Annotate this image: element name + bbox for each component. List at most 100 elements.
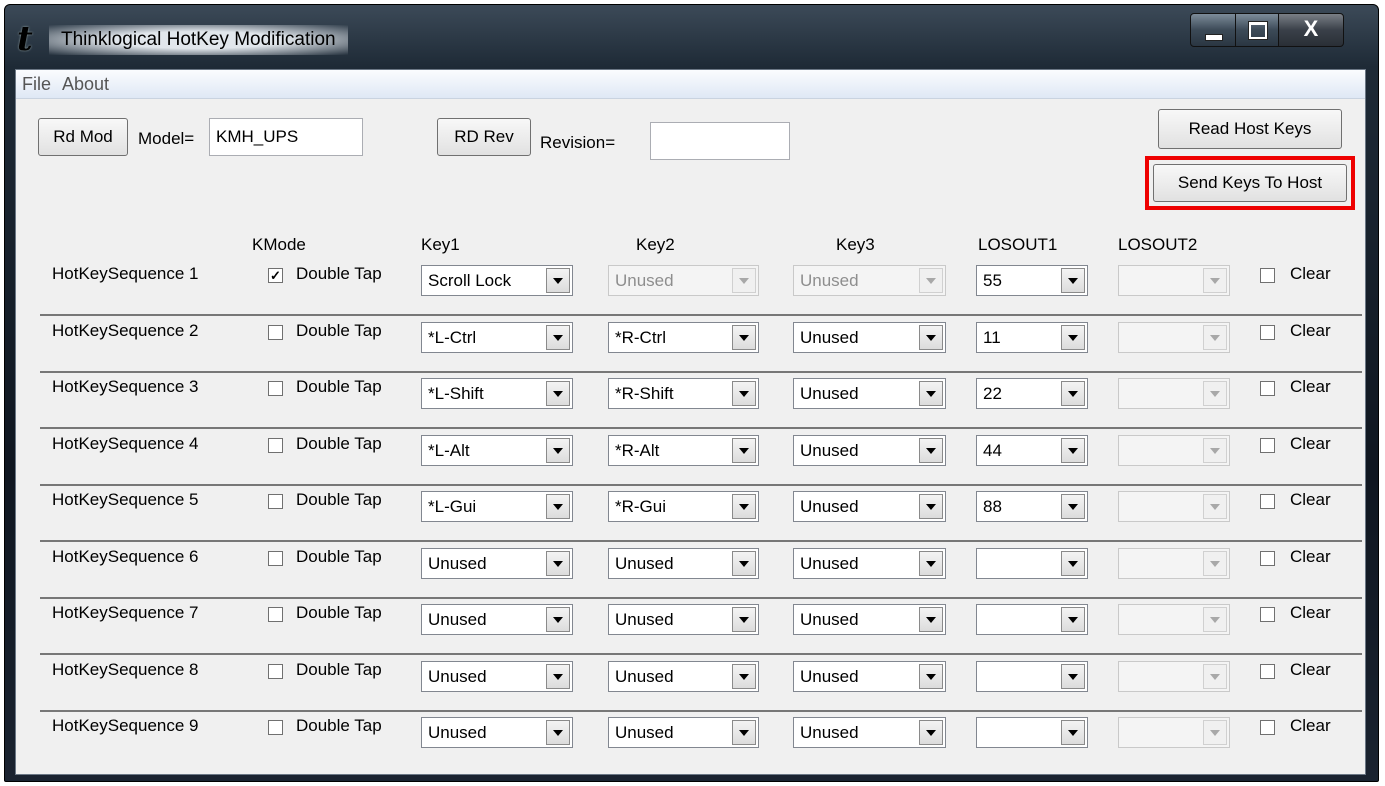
read-host-keys-button[interactable]: Read Host Keys [1158, 109, 1342, 149]
clear-checkbox[interactable] [1260, 720, 1275, 735]
key3-select[interactable]: Unused [793, 265, 946, 296]
losout1-select[interactable] [976, 547, 1088, 579]
key3-select[interactable]: Unused [793, 660, 946, 692]
dropdown-arrow-icon[interactable] [919, 268, 943, 293]
losout1-select[interactable]: 55 [976, 265, 1088, 296]
dropdown-arrow-icon[interactable] [1203, 324, 1227, 350]
dropdown-arrow-icon[interactable] [732, 607, 756, 632]
key2-select[interactable]: Unused [608, 547, 759, 579]
losout1-select[interactable]: 11 [976, 321, 1088, 353]
double-tap-checkbox[interactable] [268, 663, 283, 679]
losout2-select[interactable] [1118, 717, 1230, 748]
dropdown-arrow-icon[interactable] [732, 437, 756, 463]
dropdown-arrow-icon[interactable] [1203, 381, 1227, 406]
revision-field[interactable] [650, 122, 790, 160]
losout1-select[interactable]: 44 [976, 434, 1088, 466]
losout2-select[interactable] [1118, 547, 1230, 579]
menu-about[interactable]: About [62, 74, 109, 95]
rd-mod-button[interactable]: Rd Mod [38, 118, 128, 156]
key1-select[interactable]: Unused [421, 717, 573, 748]
key1-select[interactable]: Unused [421, 604, 573, 635]
key3-select[interactable]: Unused [793, 491, 946, 522]
rd-rev-button[interactable]: RD Rev [437, 118, 531, 156]
dropdown-arrow-icon[interactable] [1203, 268, 1227, 293]
key3-select[interactable]: Unused [793, 378, 946, 409]
losout1-select[interactable] [976, 660, 1088, 692]
dropdown-arrow-icon[interactable] [546, 437, 570, 463]
dropdown-arrow-icon[interactable] [546, 268, 570, 293]
dropdown-arrow-icon[interactable] [919, 381, 943, 406]
send-keys-to-host-button[interactable]: Send Keys To Host [1153, 164, 1347, 202]
dropdown-arrow-icon[interactable] [1061, 437, 1085, 463]
dropdown-arrow-icon[interactable] [1203, 437, 1227, 463]
double-tap-checkbox[interactable] [268, 381, 283, 396]
key1-select[interactable]: *L-Gui [421, 491, 573, 522]
dropdown-arrow-icon[interactable] [1061, 550, 1085, 576]
dropdown-arrow-icon[interactable] [1203, 550, 1227, 576]
clear-checkbox[interactable] [1260, 324, 1275, 340]
dropdown-arrow-icon[interactable] [919, 663, 943, 689]
losout2-select[interactable] [1118, 491, 1230, 522]
dropdown-arrow-icon[interactable] [919, 324, 943, 350]
key3-select[interactable]: Unused [793, 547, 946, 579]
losout2-select[interactable] [1118, 434, 1230, 466]
clear-checkbox[interactable] [1260, 550, 1275, 566]
dropdown-arrow-icon[interactable] [919, 494, 943, 519]
losout2-select[interactable] [1118, 378, 1230, 409]
key1-select[interactable]: Scroll Lock [421, 265, 573, 296]
losout2-select[interactable] [1118, 660, 1230, 692]
dropdown-arrow-icon[interactable] [1061, 268, 1085, 293]
key2-select[interactable]: *R-Shift [608, 378, 759, 409]
dropdown-arrow-icon[interactable] [546, 607, 570, 632]
key2-select[interactable]: Unused [608, 660, 759, 692]
losout2-select[interactable] [1118, 265, 1230, 296]
clear-checkbox[interactable] [1260, 494, 1275, 509]
clear-checkbox[interactable] [1260, 663, 1275, 679]
double-tap-checkbox[interactable]: ✓ [268, 268, 283, 283]
losout2-select[interactable] [1118, 604, 1230, 635]
dropdown-arrow-icon[interactable] [546, 324, 570, 350]
dropdown-arrow-icon[interactable] [546, 550, 570, 576]
double-tap-checkbox[interactable] [268, 607, 283, 622]
losout2-select[interactable] [1118, 321, 1230, 353]
title-bar[interactable]: t Thinklogical HotKey Modification X [5, 5, 1378, 67]
key2-select[interactable]: *R-Ctrl [608, 321, 759, 353]
key1-select[interactable]: *L-Alt [421, 434, 573, 466]
dropdown-arrow-icon[interactable] [732, 381, 756, 406]
clear-checkbox[interactable] [1260, 268, 1275, 283]
dropdown-arrow-icon[interactable] [1203, 494, 1227, 519]
dropdown-arrow-icon[interactable] [1061, 324, 1085, 350]
dropdown-arrow-icon[interactable] [1061, 607, 1085, 632]
clear-checkbox[interactable] [1260, 607, 1275, 622]
key3-select[interactable]: Unused [793, 717, 946, 748]
key1-select[interactable]: *L-Ctrl [421, 321, 573, 353]
clear-checkbox[interactable] [1260, 381, 1275, 396]
clear-checkbox[interactable] [1260, 437, 1275, 453]
dropdown-arrow-icon[interactable] [732, 663, 756, 689]
dropdown-arrow-icon[interactable] [546, 494, 570, 519]
key3-select[interactable]: Unused [793, 321, 946, 353]
maximize-button[interactable] [1235, 13, 1279, 47]
dropdown-arrow-icon[interactable] [1061, 381, 1085, 406]
key2-select[interactable]: Unused [608, 604, 759, 635]
dropdown-arrow-icon[interactable] [1203, 720, 1227, 745]
key2-select[interactable]: Unused [608, 717, 759, 748]
double-tap-checkbox[interactable] [268, 550, 283, 566]
dropdown-arrow-icon[interactable] [732, 268, 756, 293]
dropdown-arrow-icon[interactable] [1203, 607, 1227, 632]
dropdown-arrow-icon[interactable] [546, 381, 570, 406]
dropdown-arrow-icon[interactable] [919, 550, 943, 576]
key2-select[interactable]: *R-Gui [608, 491, 759, 522]
key1-select[interactable]: Unused [421, 660, 573, 692]
dropdown-arrow-icon[interactable] [919, 607, 943, 632]
key1-select[interactable]: Unused [421, 547, 573, 579]
key3-select[interactable]: Unused [793, 434, 946, 466]
model-field[interactable] [209, 118, 363, 156]
losout1-select[interactable] [976, 604, 1088, 635]
dropdown-arrow-icon[interactable] [546, 663, 570, 689]
double-tap-checkbox[interactable] [268, 494, 283, 509]
key1-select[interactable]: *L-Shift [421, 378, 573, 409]
dropdown-arrow-icon[interactable] [1061, 494, 1085, 519]
close-button[interactable]: X [1278, 13, 1344, 47]
dropdown-arrow-icon[interactable] [732, 324, 756, 350]
